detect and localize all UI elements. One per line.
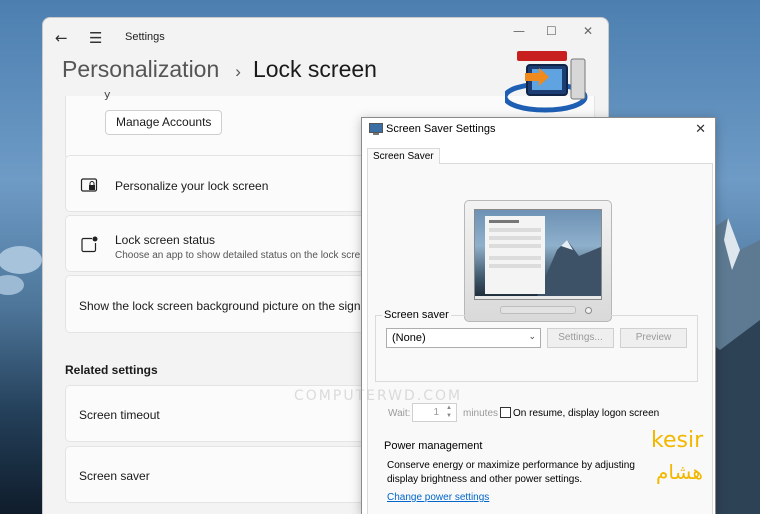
screen-timeout-label: Screen timeout [79,408,160,422]
dialog-titlebar: Screen Saver Settings ✕ [362,118,715,142]
monitor-icon [369,123,383,135]
monitor-power-led [585,307,592,314]
wait-spinner[interactable]: ▲ ▼ [443,404,455,421]
accounts-partial-text: y [104,88,111,101]
personalize-label: Personalize your lock screen [115,179,269,193]
spin-up-icon[interactable]: ▲ [446,405,452,411]
screen-saver-select[interactable]: (None) ⌄ [386,328,541,348]
breadcrumb: Personalization › Lock screen [62,56,377,83]
lock-status-icon [81,236,98,253]
hamburger-menu-icon[interactable]: ☰ [89,29,102,47]
app-title: Settings [125,31,165,43]
site-logo [505,51,588,123]
breadcrumb-parent[interactable]: Personalization [62,56,219,83]
related-settings-heading: Related settings [65,363,158,377]
screen-saver-group [375,315,698,382]
spin-down-icon[interactable]: ▼ [446,413,452,419]
maximize-icon[interactable]: ☐ [546,24,557,38]
power-description: Conserve energy or maximize performance … [387,460,635,485]
status-label: Lock screen status [115,233,216,247]
screen-saver-dialog: Screen Saver Settings ✕ Screen Saver Scr… [361,117,716,514]
power-management-title: Power management [382,440,485,452]
resume-logon-checkbox[interactable] [500,407,511,418]
preview-button[interactable]: Preview [620,328,687,348]
watermark: COMPUTERWD.COM [294,388,463,404]
manage-accounts-button[interactable]: Manage Accounts [105,110,223,135]
screen-saver-group-title: Screen saver [382,309,451,321]
monitor-stand [500,306,576,314]
preview-screen [474,209,602,300]
tab-screen-saver[interactable]: Screen Saver [367,148,440,164]
back-arrow-icon[interactable]: ← [55,29,68,47]
screen-saver-selected: (None) [392,332,426,344]
dialog-title: Screen Saver Settings [386,123,496,135]
status-description: Choose an app to show detailed status on… [115,250,361,261]
close-icon[interactable]: ✕ [695,121,706,137]
chevron-down-icon: ⌄ [528,331,536,341]
close-icon[interactable]: ✕ [583,24,593,38]
preview-screen-content [475,216,601,299]
signin-label: Show the lock screen background picture … [79,299,368,313]
lock-screen-icon [80,178,98,192]
minutes-label: minutes [463,408,499,419]
settings-button[interactable]: Settings... [547,328,614,348]
change-power-settings-link[interactable]: Change power settings [387,492,489,503]
breadcrumb-separator: › [235,62,241,81]
signature-latin: kesir [651,428,704,453]
minimize-icon[interactable]: — [513,24,525,38]
wait-label: Wait: [388,408,411,419]
resume-logon-label[interactable]: On resume, display logon screen [513,408,659,419]
page-title: Lock screen [252,56,377,82]
screen-saver-label: Screen saver [79,469,150,483]
signature-arabic: هشام [656,460,703,484]
preview-monitor [464,200,612,322]
